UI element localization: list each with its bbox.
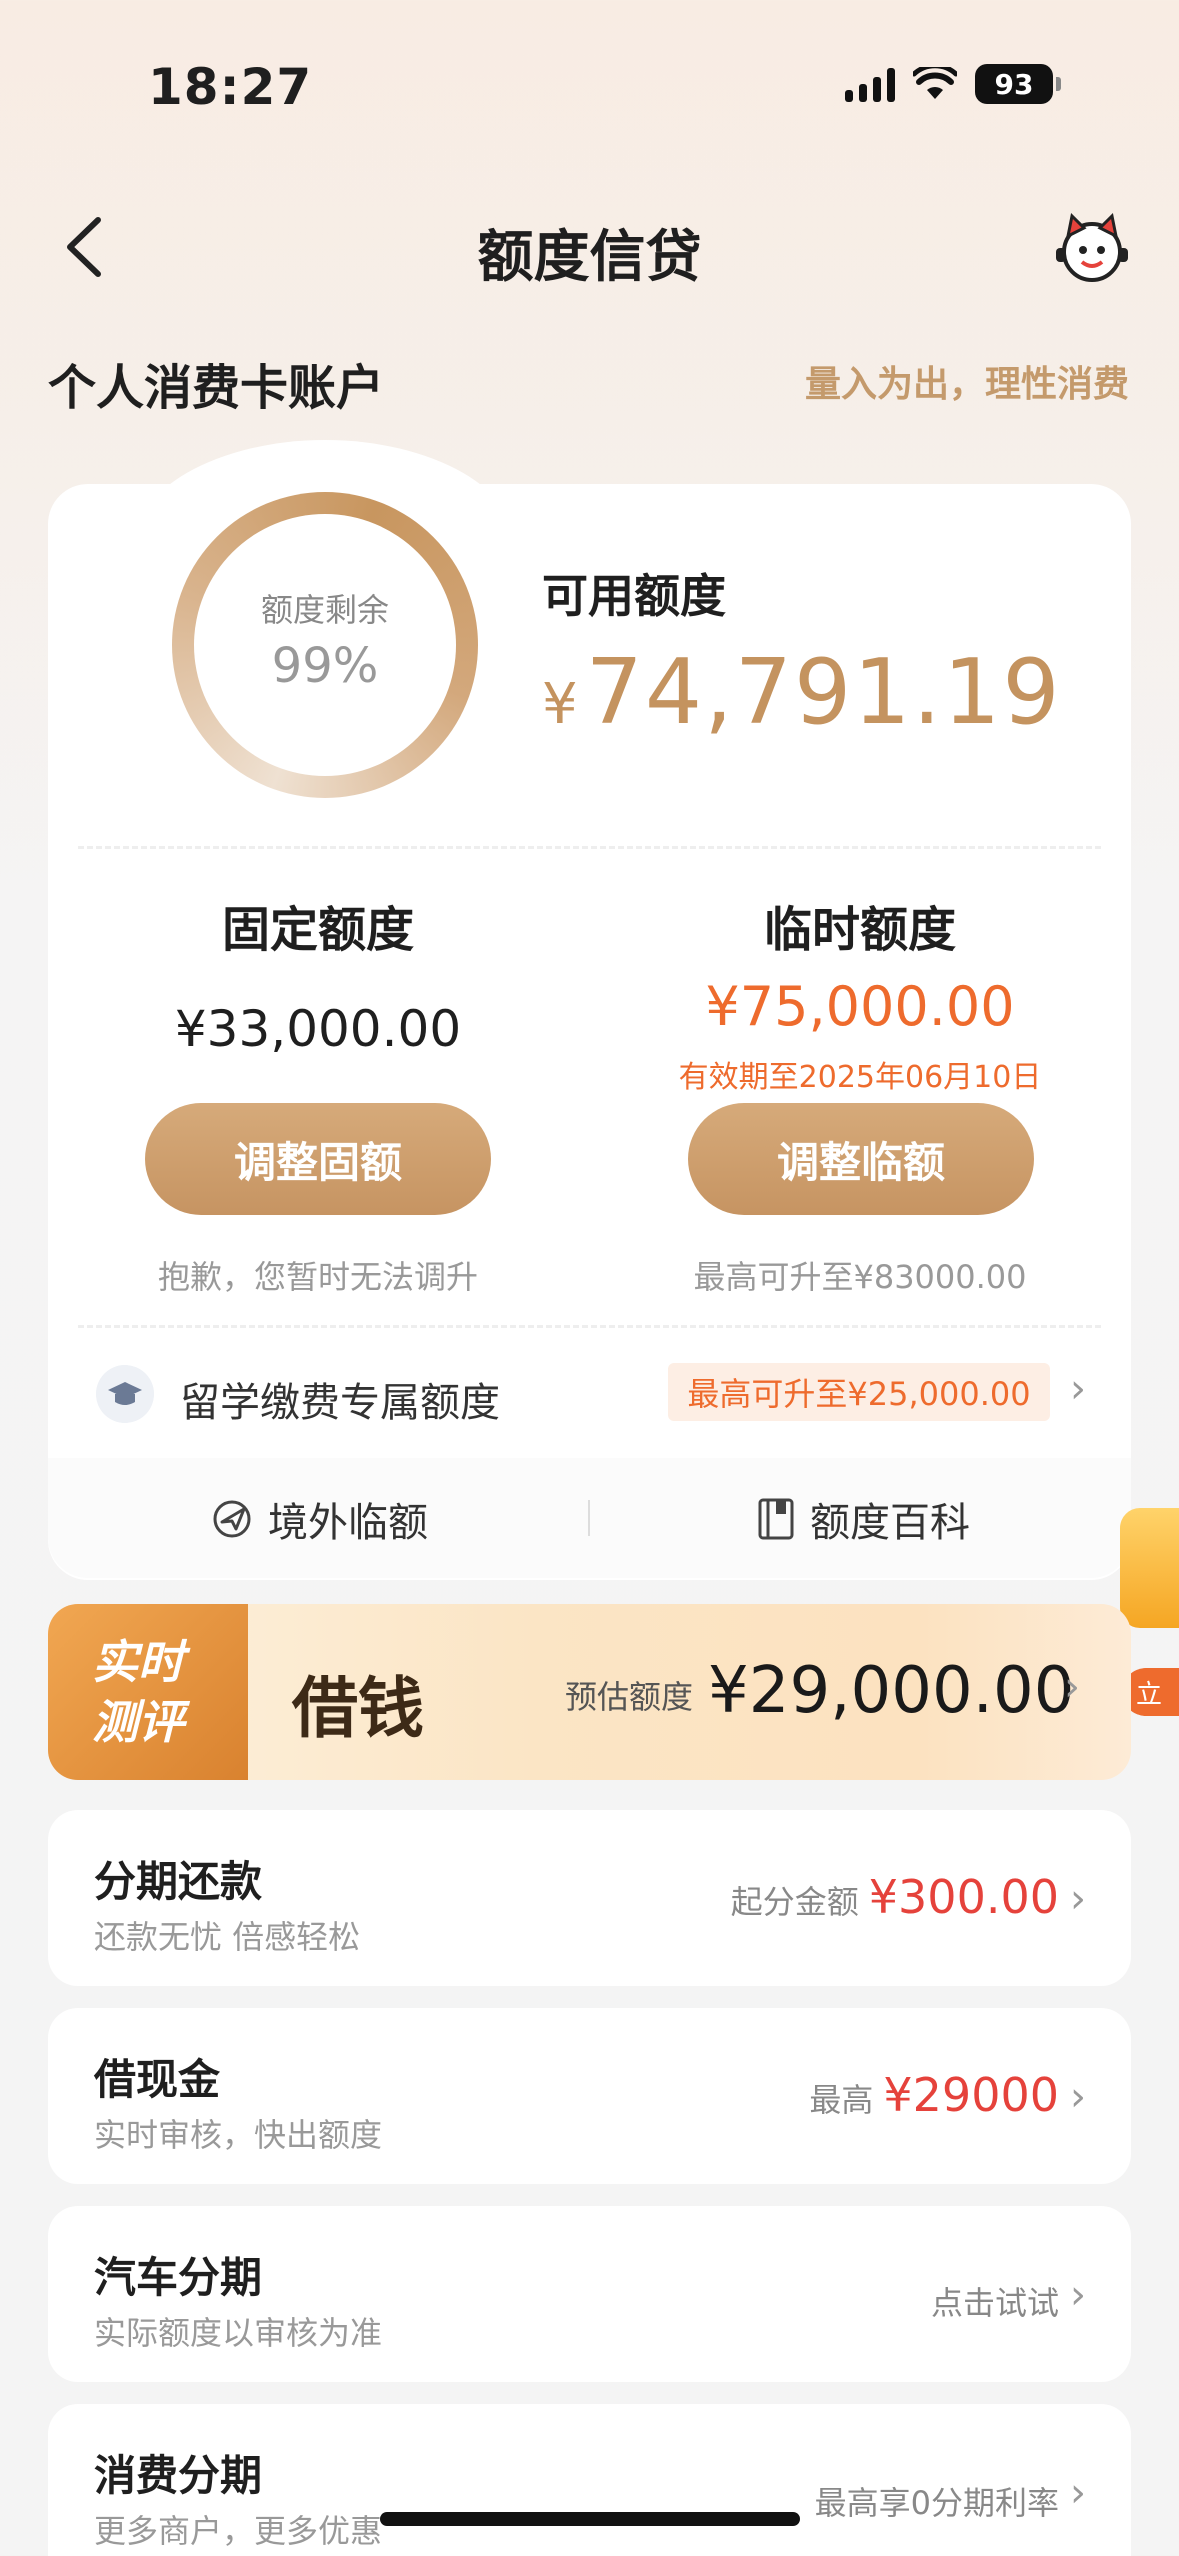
- adjust-fixed-button[interactable]: 调整固额: [145, 1103, 491, 1215]
- realtime-eval-tag: 实时 测评: [48, 1604, 248, 1780]
- list-item-right: 最高 ¥29000: [809, 2068, 1059, 2122]
- chevron-right-icon: ›: [1070, 1366, 1086, 1412]
- graduation-cap-icon: [96, 1365, 154, 1423]
- ring-label: 额度剩余: [260, 591, 389, 629]
- fixed-quota-title: 固定额度: [221, 902, 414, 958]
- temp-quota-title: 临时额度: [763, 902, 956, 958]
- list-item-right-label: 最高: [809, 2081, 874, 2119]
- list-item-right: 起分金额 ¥300.00: [731, 1870, 1059, 1924]
- ring-percent: 99%: [271, 638, 379, 694]
- list-item-title: 消费分期: [94, 2451, 263, 2500]
- book-icon: [758, 1498, 794, 1540]
- list-item-title: 汽车分期: [94, 2253, 263, 2302]
- overseas-quota-label: 境外临额: [268, 1500, 428, 1546]
- chevron-right-icon: ›: [1070, 2074, 1086, 2120]
- chevron-right-icon: ›: [1070, 2470, 1086, 2516]
- available-label: 可用额度: [542, 569, 726, 623]
- loan-title: 借钱: [292, 1669, 424, 1747]
- back-icon[interactable]: [58, 212, 118, 282]
- battery-icon: 93: [975, 64, 1061, 104]
- divider: [78, 1325, 1101, 1328]
- tools-divider: [588, 1500, 590, 1536]
- page-title: 额度信贷: [477, 225, 702, 290]
- plane-circle-icon: [213, 1500, 251, 1538]
- list-item-right-label: 点击试试: [930, 2284, 1059, 2322]
- list-item-subtitle: 还款无忧 倍感轻松: [94, 1918, 361, 1956]
- list-item-subtitle: 实际额度以审核为准: [94, 2314, 383, 2352]
- adjust-temp-button[interactable]: 调整临额: [688, 1103, 1034, 1215]
- status-icons: 93: [845, 64, 1061, 104]
- fixed-quota-note: 抱歉，您暂时无法调升: [157, 1258, 478, 1296]
- home-indicator[interactable]: [380, 2512, 800, 2526]
- chevron-right-icon: ›: [1064, 1664, 1080, 1710]
- account-title: 个人消费卡账户: [48, 360, 385, 416]
- list-item-right-value: ¥300.00: [868, 1870, 1059, 1924]
- list-item-right-value: ¥29000: [883, 2068, 1059, 2122]
- study-quota-tag: 最高可升至¥25,000.00: [668, 1363, 1050, 1421]
- study-quota-label: 留学缴费专属额度: [180, 1380, 500, 1426]
- quota-wiki-button[interactable]: 额度百科: [756, 1490, 970, 1548]
- slogan: 量入为出，理性消费: [804, 364, 1129, 405]
- list-item-subtitle: 更多商户，更多优惠: [94, 2512, 383, 2550]
- list-item-right: 点击试试: [931, 2278, 1059, 2324]
- list-item-subtitle: 实时审核，快出额度: [94, 2116, 383, 2154]
- tag-line-1: 实时: [92, 1635, 184, 1689]
- loan-estimate-label: 预估额度: [565, 1678, 694, 1716]
- fixed-quota-amount: ¥33,000.00: [174, 1000, 462, 1058]
- promo-float-badge[interactable]: [1120, 1508, 1179, 1628]
- temp-quota-amount: ¥75,000.00: [705, 975, 1015, 1038]
- available-value: 74,791.19: [585, 640, 1062, 745]
- temp-quota-expire: 有效期至2025年06月10日: [678, 1060, 1042, 1095]
- status-time: 18:27: [148, 58, 313, 116]
- list-item-right: 最高享0分期利率: [815, 2478, 1059, 2524]
- list-item-right-label: 起分金额: [730, 1883, 859, 1921]
- loan-estimate-value: ¥29,000.00: [708, 1654, 1075, 1728]
- cellular-signal-icon: [845, 66, 895, 102]
- chevron-right-icon: ›: [1070, 1876, 1086, 1922]
- list-item-right-label: 最高享0分期利率: [814, 2484, 1059, 2522]
- mascot-icon[interactable]: [1052, 208, 1132, 288]
- currency-symbol: ¥: [542, 672, 580, 737]
- divider: [78, 846, 1101, 849]
- available-amount: ¥74,791.19: [542, 640, 1062, 745]
- list-item-title: 借现金: [94, 2055, 221, 2104]
- quota-wiki-label: 额度百科: [810, 1500, 970, 1546]
- chevron-right-icon: ›: [1070, 2272, 1086, 2318]
- list-item-title: 分期还款: [94, 1857, 263, 1906]
- tag-line-2: 测评: [92, 1695, 184, 1749]
- temp-quota-note: 最高可升至¥83000.00: [693, 1258, 1027, 1296]
- overseas-quota-button[interactable]: 境外临额: [210, 1490, 428, 1548]
- wifi-icon: [913, 67, 957, 99]
